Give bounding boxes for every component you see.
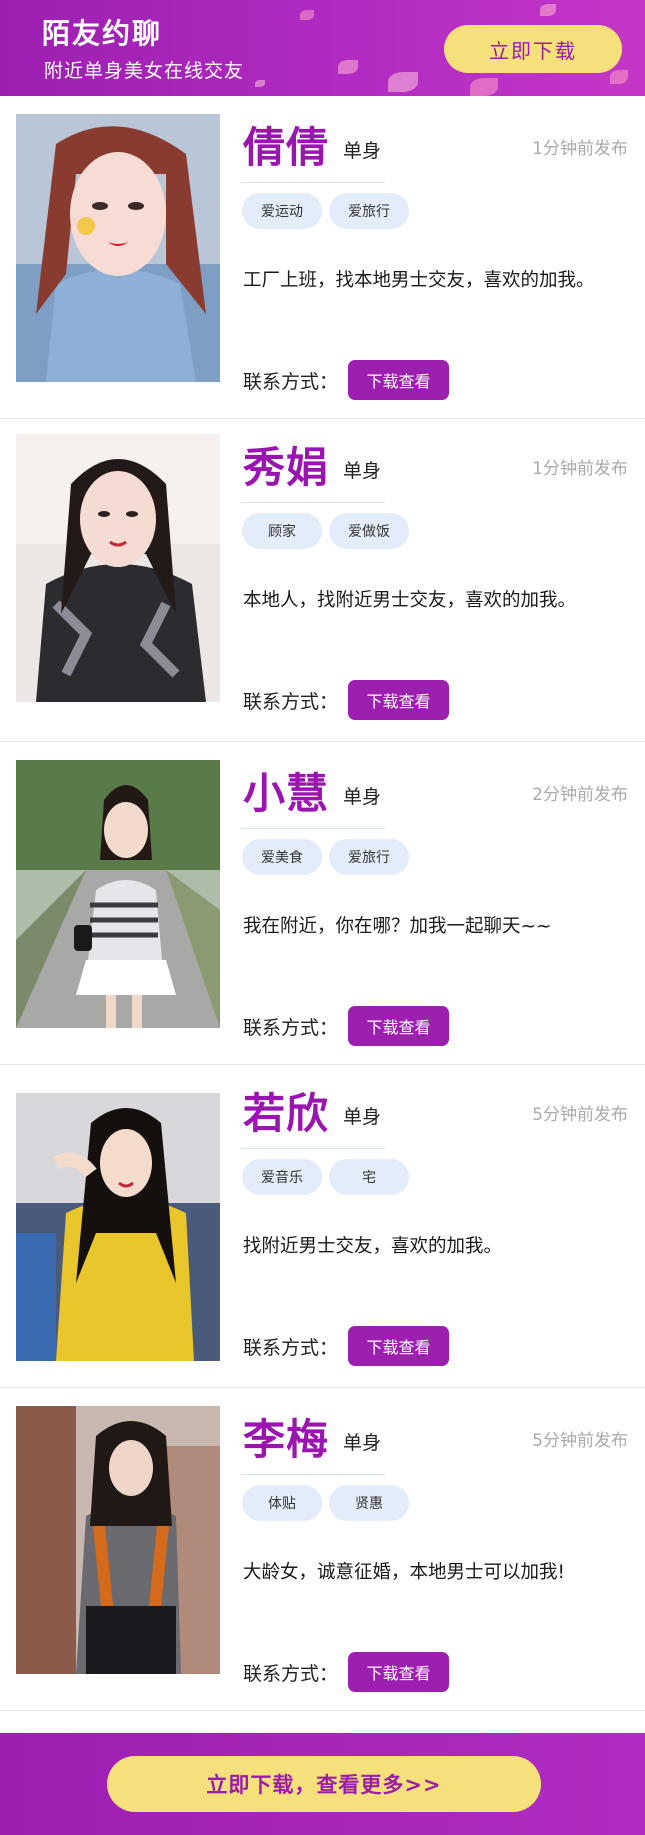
contact-label: 联系方式：: [243, 1017, 339, 1039]
interest-tag: 宅: [329, 1159, 409, 1195]
petal-decoration: [388, 72, 418, 92]
profile-photo: [16, 1093, 220, 1361]
app-subtitle: 附近单身美女在线交友: [44, 60, 245, 82]
post-time: 5分钟前发布: [532, 1105, 628, 1125]
profile-status: 单身: [343, 786, 382, 808]
header-download-button[interactable]: 立即下载: [444, 25, 622, 73]
interest-tag: 爱旅行: [329, 839, 409, 875]
petal-decoration: [540, 4, 556, 16]
profile-name: 若欣: [243, 1089, 330, 1138]
interest-tag: 爱美食: [242, 839, 322, 875]
footer-bar: 立即下载，查看更多>>: [0, 1733, 645, 1835]
interest-tag: 爱旅行: [329, 193, 409, 229]
profile-status: 单身: [343, 1432, 382, 1454]
profile-name: 李梅: [243, 1415, 330, 1464]
contact-label: 联系方式：: [243, 1663, 339, 1685]
footer-download-button[interactable]: 立即下载，查看更多>>: [107, 1756, 541, 1812]
interest-tag: 爱音乐: [242, 1159, 322, 1195]
post-time: 2分钟前发布: [532, 785, 628, 805]
profile-card: 小慧 单身 2分钟前发布 爱美食 爱旅行 我在附近，你在哪？加我一起聊天~~ 联…: [0, 742, 645, 1065]
profile-photo: [16, 114, 220, 382]
profile-card: 若欣 单身 5分钟前发布 爱音乐 宅 找附近男士交友，喜欢的加我。 联系方式： …: [0, 1065, 645, 1388]
post-time: 5分钟前发布: [532, 1431, 628, 1451]
view-contact-button[interactable]: 下载查看: [348, 1006, 449, 1046]
profile-photo-image: [16, 434, 220, 702]
profile-status: 单身: [343, 1106, 382, 1128]
profile-photo-image: [16, 114, 220, 382]
profile-card: 倩倩 单身 1分钟前发布 爱运动 爱旅行 工厂上班，找本地男士交友，喜欢的加我。…: [0, 96, 645, 419]
name-divider: [241, 828, 385, 829]
name-divider: [241, 182, 385, 183]
profile-description: 找附近男士交友，喜欢的加我。: [243, 1236, 503, 1257]
profile-description: 我在附近，你在哪？加我一起聊天~~: [243, 916, 552, 937]
petal-decoration: [470, 78, 498, 96]
profile-description: 大龄女，诚意征婚，本地男士可以加我!: [243, 1562, 565, 1583]
name-divider: [241, 1474, 385, 1475]
interest-tag: 爱做饭: [329, 513, 409, 549]
name-divider: [241, 502, 385, 503]
profile-status: 单身: [343, 460, 382, 482]
contact-label: 联系方式：: [243, 1337, 339, 1359]
view-contact-button[interactable]: 下载查看: [348, 1652, 449, 1692]
view-contact-button[interactable]: 下载查看: [348, 360, 449, 400]
profile-name: 小慧: [243, 769, 330, 818]
profile-photo: [16, 434, 220, 702]
profile-photo: [16, 760, 220, 1028]
petal-decoration: [255, 80, 265, 87]
contact-label: 联系方式：: [243, 691, 339, 713]
view-contact-button[interactable]: 下载查看: [348, 1326, 449, 1366]
profile-card: 秀娟 单身 1分钟前发布 顾家 爱做饭 本地人，找附近男士交友，喜欢的加我。 联…: [0, 419, 645, 742]
post-time: 1分钟前发布: [532, 459, 628, 479]
header-banner: 陌友约聊 附近单身美女在线交友 立即下载: [0, 0, 645, 96]
profile-photo: [16, 1406, 220, 1674]
petal-decoration: [300, 10, 314, 20]
interest-tag: 体贴: [242, 1485, 322, 1521]
name-divider: [241, 1148, 385, 1149]
view-contact-button[interactable]: 下载查看: [348, 680, 449, 720]
profile-photo-image: [16, 1406, 220, 1674]
petal-decoration: [338, 60, 358, 74]
petal-decoration: [610, 70, 628, 84]
profile-card: 李梅 单身 5分钟前发布 体贴 贤惠 大龄女，诚意征婚，本地男士可以加我! 联系…: [0, 1388, 645, 1711]
post-time: 1分钟前发布: [532, 139, 628, 159]
profile-description: 本地人，找附近男士交友，喜欢的加我。: [243, 590, 577, 611]
profile-photo-image: [16, 760, 220, 1028]
contact-label: 联系方式：: [243, 371, 339, 393]
profile-photo-image: [16, 1093, 220, 1361]
profile-name: 倩倩: [243, 123, 330, 172]
profile-status: 单身: [343, 140, 382, 162]
app-title: 陌友约聊: [42, 17, 163, 50]
profile-description: 工厂上班，找本地男士交友，喜欢的加我。: [243, 270, 595, 291]
interest-tag: 爱运动: [242, 193, 322, 229]
interest-tag: 贤惠: [329, 1485, 409, 1521]
interest-tag: 顾家: [242, 513, 322, 549]
profile-name: 秀娟: [243, 443, 330, 492]
